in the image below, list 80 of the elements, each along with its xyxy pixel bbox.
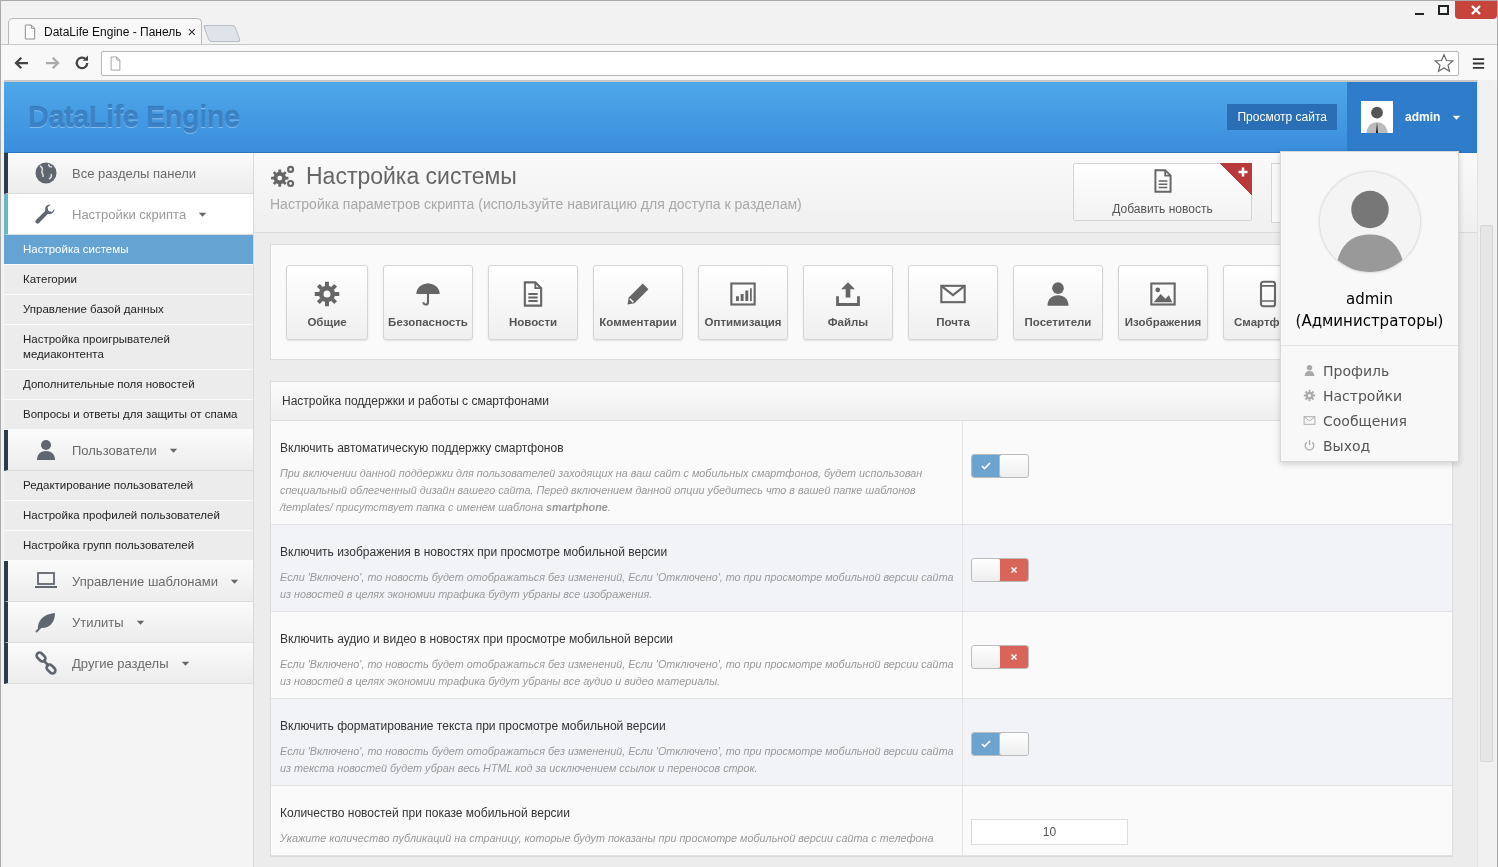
setting-description: Если 'Включено', то новость будет отображаться без изменений, Если 'Отключено', то при просмотре мобильной версии сайта из новостей в целях экономии трафика будут убраны все аудио и видео материалы.	[280, 657, 955, 689]
toggle-switch[interactable]	[971, 558, 1029, 582]
setting-title: Включить форматирование текста при просмотре мобильной версии	[280, 719, 667, 733]
person-icon	[1303, 364, 1316, 377]
upload-icon	[834, 280, 862, 308]
sidebar-item[interactable]: Все разделы панели	[4, 153, 253, 194]
setting-title: Включить автоматическую поддержку смартфонов	[280, 441, 565, 455]
sidebar-item[interactable]: Управление шаблонами	[4, 561, 253, 602]
maximize-icon	[1437, 5, 1449, 15]
section-tile[interactable]: Почта	[908, 265, 998, 340]
setting-title: Количество новостей при показе мобильной версии	[280, 806, 571, 820]
tab-close-button[interactable]: ×	[187, 23, 197, 40]
globe-icon	[34, 161, 58, 185]
toggle-switch[interactable]	[971, 645, 1029, 669]
page-icon	[108, 55, 123, 71]
section-tile[interactable]: Посетители	[1013, 265, 1103, 340]
setting-description: Если 'Включено', то новость будет отображаться без изменений, Если 'Отключено', то при просмотре мобильной версии сайта из новостей в целях экономии трафика будут убраны все изображения.	[280, 570, 955, 602]
check-icon	[980, 738, 992, 750]
setting-title: Включить аудио и видео в новостях при просмотре мобильной версии	[280, 632, 675, 646]
sidebar-subitem[interactable]: Категории	[4, 265, 253, 295]
check-icon	[980, 460, 992, 472]
person-icon	[34, 438, 58, 462]
user-name: admin	[1346, 289, 1393, 310]
view-site-button[interactable]: Просмотр сайта	[1227, 104, 1337, 130]
cross-icon	[1009, 652, 1019, 662]
page-title: Настройка системы	[306, 163, 517, 190]
menu-item[interactable]: Профиль	[1303, 358, 1390, 383]
address-bar[interactable]	[101, 50, 1459, 76]
setting-description: Укажите количество публикаций на страницу, которые будут показаны при просмотре мобильной версии сайта с телефона	[280, 831, 935, 846]
link-icon	[34, 651, 58, 675]
number-field[interactable]: 10	[971, 819, 1128, 845]
setting-title: Включить изображения в новостях при просмотре мобильной версии	[280, 545, 669, 559]
toggle-switch[interactable]	[971, 454, 1029, 478]
section-tile[interactable]: Безопасность	[383, 265, 473, 340]
reload-icon	[73, 54, 91, 72]
sidebar-item[interactable]: Другие разделы	[4, 643, 253, 684]
back-arrow-icon	[13, 54, 31, 72]
section-tile[interactable]: Комментарии	[593, 265, 683, 340]
user-menu-button[interactable]: admin	[1347, 82, 1477, 152]
close-icon	[1470, 5, 1482, 15]
cross-icon	[1009, 565, 1019, 575]
sidebar-subitem[interactable]: Настройка групп пользователей	[4, 531, 253, 561]
picture-icon	[1149, 280, 1177, 308]
avatar	[1361, 101, 1393, 133]
star-icon	[1434, 53, 1454, 73]
menu-icon	[1470, 55, 1486, 71]
browser-tab[interactable]: DataLife Engine - Панель ×	[8, 18, 202, 44]
section-tile[interactable]: Общие	[286, 265, 368, 340]
add-news-button[interactable]: Добавить новость	[1073, 163, 1252, 221]
menu-item[interactable]: Настройки	[1303, 383, 1403, 408]
page-subtitle: Настройка параметров скрипта (используйте навигацию для доступа к разделам)	[270, 196, 802, 212]
sidebar-item[interactable]: Утилиты	[4, 602, 253, 643]
power-icon	[1303, 439, 1316, 452]
section-tile[interactable]: Оптимизация	[698, 265, 788, 340]
gear-icon	[1303, 389, 1316, 402]
section-tile[interactable]: Новости	[488, 265, 578, 340]
sidebar-subitem[interactable]: Редактирование пользователей	[4, 471, 253, 501]
logo: DataLife Engine	[28, 100, 240, 134]
section-tile[interactable]: Файлы	[803, 265, 893, 340]
gear-icon	[313, 280, 341, 308]
bar-chart-icon	[729, 280, 757, 308]
setting-description: Если 'Включено', то новость будет отображаться без изменений, Если 'Отключено', то при просмотре мобильной версии сайта из текста новостей будет убран весь HTML код за исключением ссылок и переносов строк.	[280, 744, 955, 776]
sidebar-subitem[interactable]: Дополнительные поля новостей	[4, 370, 253, 400]
setting-description: При включении данной поддержки для пользователей заходящих на ваш сайт с мобильных смартфонов, будет использован специальный облегченный дизайн вашего сайта. Перед включением данной опции убедитесь что в вашей папке шаблонов /templates/ присутствует папка с именем шаблона smartphone.	[280, 466, 924, 515]
scrollbar-thumb[interactable]	[1480, 225, 1493, 762]
minimize-icon	[1414, 12, 1424, 15]
sidebar-subitem[interactable]: Настройка профилей пользователей	[4, 501, 253, 531]
close-button[interactable]	[1455, 1, 1497, 19]
menu-item[interactable]: Выход	[1303, 433, 1371, 458]
forward-arrow-icon	[43, 54, 61, 72]
sidebar-subitem[interactable]: Вопросы и ответы для защиты от спама	[4, 400, 253, 430]
toggle-switch[interactable]	[971, 732, 1029, 756]
section-tile[interactable]: Изображения	[1118, 265, 1208, 340]
page-icon	[22, 23, 38, 40]
sidebar-item[interactable]: Пользователи	[4, 430, 253, 471]
sidebar-subitem[interactable]: Настройка проигрывателей медиаконтента	[4, 325, 253, 370]
gears-icon	[270, 163, 296, 190]
envelope-icon	[1303, 414, 1316, 427]
leaf-icon	[34, 610, 58, 634]
sidebar-subitem[interactable]: Управление базой данных	[4, 295, 253, 325]
